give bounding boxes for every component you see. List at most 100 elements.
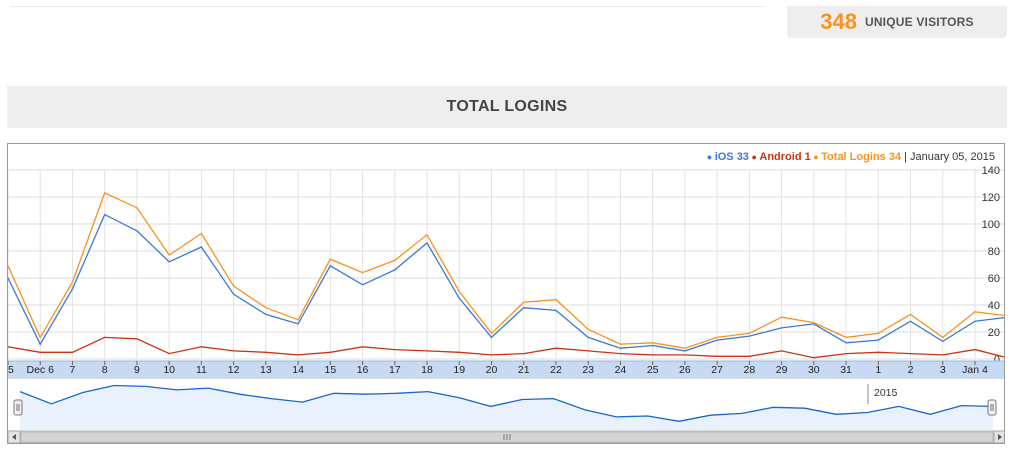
navigator-handle-left[interactable] [13,399,23,416]
data-point [329,258,331,260]
legend-item[interactable]: iOS 33 [715,151,749,163]
x-tick-label: 15 [324,364,336,376]
data-point [71,288,74,290]
unique-visitors-label: UNIQUE VISITORS [864,15,974,29]
data-point [748,335,750,337]
x-tick-label: Jan 4 [962,364,988,376]
data-point [813,357,815,359]
unique-visitors-count: 348 [820,9,857,34]
data-point [426,234,428,236]
data-point [458,297,460,299]
data-point [619,343,622,345]
data-point [329,351,331,353]
data-point [200,346,202,348]
x-tick-label: 25 [647,364,659,376]
x-tick-label: 7 [70,364,76,376]
data-point [39,343,41,345]
x-tick-label: 27 [711,364,723,376]
data-point [845,353,847,355]
data-point [168,261,170,263]
data-point [684,350,686,352]
data-point [780,350,783,352]
x-tick-label: 19 [453,364,465,376]
x-tick-label: 9 [134,364,140,376]
data-point [265,313,267,316]
data-point [490,354,493,356]
series-line-ios[interactable] [8,213,1005,352]
data-point [329,265,331,267]
data-point [361,346,364,348]
navigator-handle-right[interactable] [987,399,997,416]
data-point [780,316,783,318]
y-tick-label: 20 [988,327,1000,339]
legend-item[interactable]: Android 1 [759,151,810,163]
x-tick-label: 12 [228,364,240,376]
data-point [490,332,493,334]
data-point [587,336,589,338]
data-point [361,272,364,274]
x-tick-label: 2 [908,364,914,376]
data-point [974,320,976,322]
data-point [39,351,41,353]
data-point [233,285,235,287]
data-point [71,351,74,353]
data-point [200,246,202,248]
data-point [909,353,912,355]
data-point [233,350,235,352]
series-line-total-logins[interactable] [8,192,1005,349]
data-point [39,336,41,338]
data-point [168,353,170,355]
data-point [909,313,912,316]
data-point [845,336,847,338]
x-tick-label: Dec 6 [27,364,55,376]
data-point [426,350,428,352]
x-tick-label: 16 [357,364,369,376]
data-point [297,323,299,325]
legend-marker: ● [707,152,715,162]
x-tick-label: 14 [292,364,304,376]
data-point [716,355,718,357]
data-point [942,336,944,338]
data-point [716,339,718,341]
series-line-android[interactable] [8,336,1005,359]
data-point [104,213,106,216]
data-point [748,355,750,357]
data-point [909,320,912,322]
x-tick-label: 26 [679,364,691,376]
x-axis-band [8,361,1004,377]
section-title: TOTAL LOGINS [446,98,568,115]
data-point [71,281,74,283]
data-point [426,242,428,244]
data-point [780,327,783,329]
x-tick-label: 11 [196,364,207,376]
x-tick-label: 5 [8,364,14,376]
chart-legend: ● iOS 33 ● Android 1 ● Total Logins 34 |… [707,151,995,163]
data-point [523,307,525,309]
data-point [813,321,815,324]
chart-canvas[interactable]: 0204060801001201405 Dec 6 7 8 9 10 11 12 13 14 15 1… [8,144,1005,444]
data-point [942,354,944,356]
data-point [490,336,493,338]
legend-marker: ● [749,152,759,162]
total-logins-chart[interactable]: 0 20 40 60 80 100 120 140 5 Dec 6 7 8 9 10 11 12 13 14 15 1… [7,143,1005,444]
data-point [652,344,654,347]
top-divider [10,6,765,7]
y-tick-label: 60 [988,273,1000,285]
legend-item[interactable]: Total Logins 34 [821,151,902,163]
x-tick-label: 20 [486,364,498,376]
x-tick-label: 18 [421,364,433,376]
data-point [587,328,589,330]
data-point [684,347,686,349]
data-point [652,342,654,344]
data-point [136,338,138,340]
data-point [200,232,202,235]
x-tick-label: 17 [389,364,401,376]
data-point [974,311,976,313]
x-tick-label: 21 [518,364,530,376]
total-logins-header: TOTAL LOGINS [7,86,1007,128]
navigator-year-label: 2015 [874,387,898,399]
x-tick-label: 29 [776,364,788,376]
data-point [748,332,750,334]
data-point [297,319,299,321]
data-point [168,254,170,256]
